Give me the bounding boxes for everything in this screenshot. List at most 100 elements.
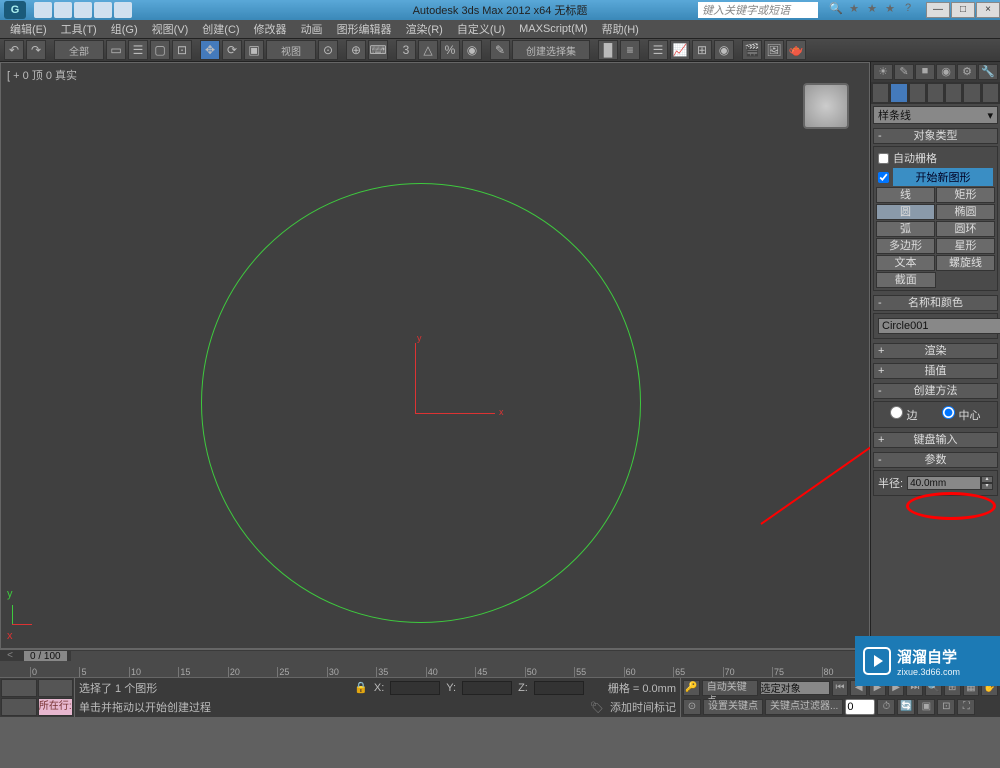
current-frame-input[interactable] — [845, 699, 875, 715]
curve-editor-icon[interactable]: 📈 — [670, 40, 690, 60]
select-icon[interactable]: ▭ — [106, 40, 126, 60]
rollout-params[interactable]: 参数 — [873, 452, 998, 468]
nav-orbit-icon[interactable]: 🔄 — [897, 699, 915, 715]
menu-rendering[interactable]: 渲染(R) — [400, 21, 449, 37]
layers-icon[interactable]: ☰ — [648, 40, 668, 60]
goto-start-icon[interactable]: ⏮ — [832, 680, 849, 696]
tool-icon[interactable]: ◉ — [936, 64, 956, 80]
render-setup-icon[interactable]: 🎬 — [742, 40, 762, 60]
star-icon[interactable]: ★ — [846, 2, 862, 18]
lock-icon[interactable]: 🔒 — [354, 681, 368, 694]
time-slider[interactable]: 0 / 100 — [24, 651, 67, 661]
radius-input[interactable] — [907, 476, 981, 490]
menu-create[interactable]: 创建(C) — [196, 21, 245, 37]
spinner-snap-icon[interactable]: ◉ — [462, 40, 482, 60]
menu-group[interactable]: 组(G) — [105, 21, 144, 37]
type-section[interactable]: 截面 — [876, 272, 936, 288]
key-filters-button[interactable]: 关键点过滤器... — [765, 699, 843, 715]
nav-zoom-ext-icon[interactable]: ▣ — [917, 699, 935, 715]
pivot-icon[interactable]: ⊙ — [318, 40, 338, 60]
viewport[interactable]: [ + 0 顶 0 真实 y x y x — [0, 62, 870, 649]
maxscript-icon[interactable] — [1, 679, 37, 697]
type-star[interactable]: 星形 — [936, 238, 995, 254]
rollout-interp[interactable]: 插值 — [873, 363, 998, 379]
menu-edit[interactable]: 编辑(E) — [4, 21, 53, 37]
type-donut[interactable]: 圆环 — [936, 221, 995, 237]
startnew-label[interactable]: 开始新图形 — [893, 168, 993, 186]
close-button[interactable]: × — [976, 2, 1000, 18]
radio-edge[interactable]: 边 — [890, 406, 917, 423]
menu-customize[interactable]: 自定义(U) — [451, 21, 511, 37]
keymode-icon[interactable]: ⌨ — [368, 40, 388, 60]
maximize-button[interactable]: □ — [951, 2, 975, 18]
named-selection-dropdown[interactable]: 创建选择集 — [512, 40, 590, 60]
tab-cameras[interactable] — [927, 83, 944, 103]
render-icon[interactable]: 🫖 — [786, 40, 806, 60]
listener-icon[interactable] — [38, 679, 74, 697]
y-input[interactable] — [462, 681, 512, 695]
set-key-button[interactable]: 设置关键点 — [703, 699, 763, 715]
nav-region-icon[interactable]: ⊡ — [937, 699, 955, 715]
spline-circle-object[interactable] — [201, 183, 641, 623]
redo-icon[interactable]: ↷ — [26, 40, 46, 60]
minimize-button[interactable]: — — [926, 2, 950, 18]
selection-filter[interactable]: 全部 — [54, 40, 104, 60]
tab-systems[interactable] — [982, 83, 999, 103]
timeline-left-icon[interactable]: < — [0, 650, 20, 661]
tab-geometry[interactable] — [872, 83, 889, 103]
tool-icon[interactable]: ✎ — [894, 64, 914, 80]
type-ellipse[interactable]: 椭圆 — [936, 204, 995, 220]
star-icon[interactable]: ★ — [882, 2, 898, 18]
scale-icon[interactable]: ▣ — [244, 40, 264, 60]
help-search-input[interactable]: 键入关键字或短语 — [698, 2, 818, 18]
star-icon[interactable]: ★ — [864, 2, 880, 18]
tool-icon[interactable]: ☀ — [873, 64, 893, 80]
undo-icon[interactable]: ↶ — [4, 40, 24, 60]
menu-modifiers[interactable]: 修改器 — [248, 21, 293, 37]
type-circle[interactable]: 圆 — [876, 204, 935, 220]
angle-snap-icon[interactable]: △ — [418, 40, 438, 60]
menu-maxscript[interactable]: MAXScript(M) — [513, 23, 593, 35]
select-region-icon[interactable]: ▢ — [150, 40, 170, 60]
align-icon[interactable]: ≡ — [620, 40, 640, 60]
type-helix[interactable]: 螺旋线 — [936, 255, 995, 271]
help-icon[interactable]: ? — [900, 2, 916, 18]
qa-icon[interactable] — [94, 2, 112, 18]
rotate-icon[interactable]: ⟳ — [222, 40, 242, 60]
object-name-input[interactable] — [878, 318, 1000, 334]
type-rect[interactable]: 矩形 — [936, 187, 995, 203]
radius-spinner[interactable]: ▴▾ — [907, 476, 993, 490]
menu-grapheditors[interactable]: 图形编辑器 — [331, 21, 398, 37]
radio-center[interactable]: 中心 — [942, 406, 980, 423]
tool-icon[interactable]: ⚙ — [957, 64, 977, 80]
spin-up-icon[interactable]: ▴ — [981, 476, 993, 483]
schematic-icon[interactable]: ⊞ — [692, 40, 712, 60]
qa-icon[interactable] — [74, 2, 92, 18]
spin-down-icon[interactable]: ▾ — [981, 483, 993, 490]
ref-coord-dropdown[interactable]: 视图 — [266, 40, 316, 60]
menu-tools[interactable]: 工具(T) — [55, 21, 103, 37]
auto-key-button[interactable]: 自动关键点 — [702, 680, 758, 696]
autogrid-checkbox[interactable] — [878, 153, 889, 164]
rollout-creation[interactable]: 创建方法 — [873, 383, 998, 399]
viewport-label[interactable]: [ + 0 顶 0 真实 — [7, 67, 77, 83]
manip-icon[interactable]: ⊕ — [346, 40, 366, 60]
startnew-checkbox[interactable] — [878, 172, 889, 183]
type-line[interactable]: 线 — [876, 187, 935, 203]
time-config-icon[interactable]: ⏱ — [877, 699, 895, 715]
menu-animation[interactable]: 动画 — [295, 21, 329, 37]
rollout-name-color[interactable]: 名称和颜色 — [873, 295, 998, 311]
move-icon[interactable]: ✥ — [200, 40, 220, 60]
type-ngon[interactable]: 多边形 — [876, 238, 935, 254]
tab-spacewarps[interactable] — [963, 83, 980, 103]
x-input[interactable] — [390, 681, 440, 695]
menu-help[interactable]: 帮助(H) — [596, 21, 645, 37]
rendered-frame-icon[interactable]: 🖼 — [764, 40, 784, 60]
percent-snap-icon[interactable]: % — [440, 40, 460, 60]
type-text[interactable]: 文本 — [876, 255, 935, 271]
tab-lights[interactable] — [909, 83, 926, 103]
qa-icon[interactable] — [54, 2, 72, 18]
mirror-icon[interactable]: ▐▌ — [598, 40, 618, 60]
tag-icon[interactable]: 🏷 — [590, 701, 604, 714]
search-icon[interactable]: 🔍 — [828, 2, 844, 18]
